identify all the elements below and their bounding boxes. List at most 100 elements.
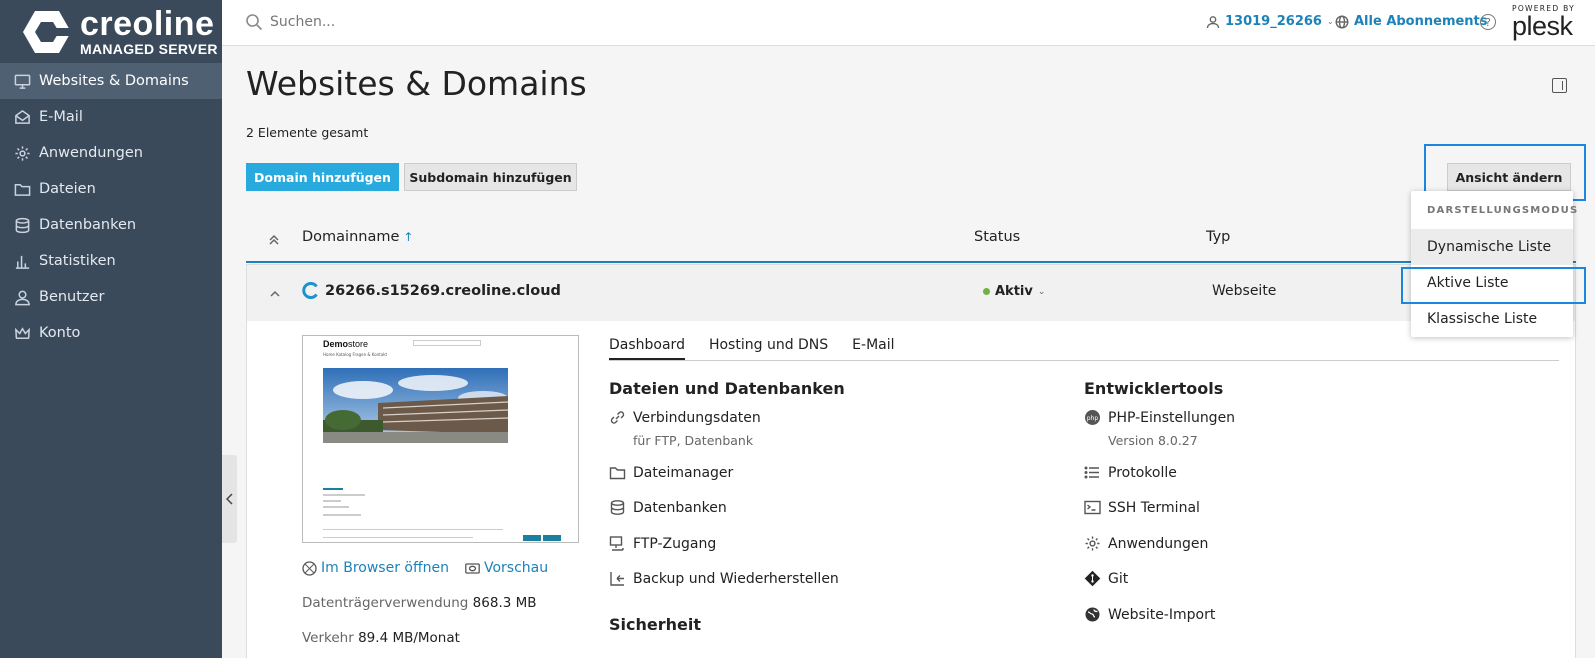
- tool-label: Verbindungsdaten: [633, 409, 761, 426]
- list-header: Domainname ↑ Status Typ: [246, 215, 1576, 263]
- tool-label: Dateimanager: [633, 464, 734, 481]
- open-in-browser-label: Im Browser öffnen: [321, 560, 449, 576]
- folder-icon: [14, 183, 31, 196]
- open-in-browser-link[interactable]: Im Browser öffnen: [302, 560, 449, 576]
- view-option-active-list[interactable]: Aktive Liste: [1411, 265, 1573, 301]
- sidebar-item-benutzer[interactable]: Benutzer: [0, 279, 222, 315]
- tool-website-import[interactable]: Website-Import: [1084, 606, 1215, 623]
- domain-row-header[interactable]: 26266.s15269.creoline.cloud Aktiv ⌄ Webs…: [247, 265, 1575, 321]
- domain-row: 26266.s15269.creoline.cloud Aktiv ⌄ Webs…: [246, 264, 1576, 658]
- add-domain-button[interactable]: Domain hinzufügen: [246, 163, 399, 191]
- eye-icon: [465, 562, 480, 574]
- tool-backup[interactable]: Backup und Wiederherstellen: [609, 570, 839, 587]
- status-dot-icon: [983, 288, 990, 295]
- section-title-files: Dateien und Datenbanken: [609, 379, 845, 398]
- tool-databases[interactable]: Datenbanken: [609, 499, 727, 516]
- column-label: Domainname: [302, 229, 400, 245]
- sidebar-item-dateien[interactable]: Dateien: [0, 171, 222, 207]
- brand[interactable]: creoline MANAGED SERVER: [0, 0, 222, 63]
- sidebar-item-email[interactable]: E-Mail: [0, 99, 222, 135]
- traffic: Verkehr 89.4 MB/Monat: [302, 630, 460, 646]
- view-option-dynamic-list[interactable]: Dynamische Liste: [1411, 229, 1573, 265]
- column-domainname[interactable]: Domainname ↑: [302, 229, 413, 245]
- database-icon: [15, 217, 30, 233]
- tool-git[interactable]: Git: [1084, 570, 1128, 587]
- chevron-down-icon: ⌄: [1326, 17, 1334, 26]
- subscriptions-link[interactable]: Alle Abonnements: [1335, 14, 1488, 29]
- globe-icon: [1335, 14, 1349, 29]
- tool-connection-data[interactable]: Verbindungsdaten: [609, 409, 761, 426]
- change-view-button[interactable]: Ansicht ändern: [1447, 163, 1571, 191]
- tool-subtitle: für FTP, Datenbank: [633, 433, 754, 448]
- git-icon: [1084, 570, 1101, 587]
- disk-usage: Datenträgerverwendung 868.3 MB: [302, 595, 537, 611]
- tool-label: FTP-Zugang: [633, 535, 717, 552]
- tool-ssh-terminal[interactable]: SSH Terminal: [1084, 499, 1200, 516]
- tool-label: PHP-Einstellungen: [1108, 409, 1236, 426]
- add-subdomain-button[interactable]: Subdomain hinzufügen: [404, 163, 577, 191]
- tool-ftp-access[interactable]: FTP-Zugang: [609, 535, 716, 552]
- tab-dashboard[interactable]: Dashboard: [609, 337, 685, 360]
- column-status[interactable]: Status: [974, 229, 1020, 245]
- gear-icon: [15, 145, 30, 161]
- domain-name[interactable]: 26266.s15269.creoline.cloud: [302, 282, 561, 299]
- creoline-logo-icon: [23, 10, 72, 53]
- domain-tabs: Dashboard Hosting und DNS E-Mail: [609, 337, 1559, 361]
- column-typ[interactable]: Typ: [1206, 229, 1230, 245]
- sidebar-item-anwendungen[interactable]: Anwendungen: [0, 135, 222, 171]
- crown-icon: [15, 326, 30, 339]
- sidebar-item-label: Websites & Domains: [39, 73, 189, 89]
- tool-applications[interactable]: Anwendungen: [1084, 535, 1208, 552]
- dropdown-heading: DARSTELLUNGSMODUS: [1427, 204, 1579, 216]
- sidebar-collapse-button[interactable]: [222, 455, 237, 543]
- preview-label: Vorschau: [483, 560, 549, 576]
- monitor-icon: [14, 74, 31, 89]
- view-option-classic-list[interactable]: Klassische Liste: [1411, 301, 1573, 337]
- preview-nav: Home Katalog Fragen & Kontakt: [323, 352, 388, 357]
- brand-subtitle: MANAGED SERVER: [80, 41, 218, 57]
- tool-label: Backup und Wiederherstellen: [633, 570, 839, 587]
- tab-hosting-dns[interactable]: Hosting und DNS: [709, 337, 828, 360]
- website-preview[interactable]: Demostore Home Katalog Fragen & Kontakt: [302, 335, 579, 543]
- sidebar-item-datenbanken[interactable]: Datenbanken: [0, 207, 222, 243]
- tool-label: Protokolle: [1108, 464, 1177, 481]
- tab-email[interactable]: E-Mail: [852, 337, 894, 360]
- globe-import-icon: [1085, 607, 1100, 622]
- sidebar-item-websites-domains[interactable]: Websites & Domains: [0, 63, 222, 99]
- sidebar-item-statistiken[interactable]: Statistiken: [0, 243, 222, 279]
- preview-link[interactable]: Vorschau: [465, 560, 548, 576]
- preview-button: [523, 535, 541, 541]
- sidebar-item-label: Statistiken: [39, 253, 116, 269]
- preview-links: Im Browser öffnen Vorschau: [302, 560, 548, 576]
- preview-button: [543, 535, 561, 541]
- preview-logo-rest: store: [348, 339, 369, 349]
- double-chevron-up-icon: [269, 234, 279, 245]
- user-menu[interactable]: 13019_26266 ⌄: [1206, 14, 1334, 29]
- sidebar-item-konto[interactable]: Konto: [0, 315, 222, 351]
- ftp-icon: [609, 536, 624, 551]
- preview-text-line: [323, 506, 349, 508]
- preview-text-line: [323, 488, 343, 490]
- preview-text-line: [323, 514, 361, 516]
- terminal-icon: [1084, 500, 1101, 515]
- tool-subtitle: Version 8.0.27: [1108, 433, 1198, 448]
- sidebar: creoline MANAGED SERVER Websites & Domai…: [0, 0, 222, 658]
- tool-logs[interactable]: Protokolle: [1084, 464, 1177, 481]
- panel-toggle-icon[interactable]: [1552, 78, 1567, 93]
- plesk-logo: POWERED BY plesk: [1512, 4, 1580, 40]
- tool-php-settings[interactable]: php PHP-Einstellungen: [1084, 409, 1235, 426]
- section-title-devtools: Entwicklertools: [1084, 379, 1224, 398]
- view-mode-dropdown: DARSTELLUNGSMODUS Dynamische Liste Aktiv…: [1411, 191, 1579, 337]
- search-input[interactable]: [270, 14, 570, 30]
- help-icon[interactable]: ?: [1480, 14, 1496, 30]
- preview-logo-bold: Demo: [323, 339, 349, 349]
- search: [245, 13, 570, 31]
- chevron-up-icon[interactable]: [269, 285, 281, 297]
- status-badge[interactable]: Aktiv ⌄: [983, 284, 1045, 299]
- sidebar-item-label: Datenbanken: [39, 217, 137, 233]
- tool-file-manager[interactable]: Dateimanager: [609, 464, 733, 481]
- user-icon: [1206, 15, 1220, 28]
- collapse-all-toggle[interactable]: [268, 231, 280, 245]
- tool-label: Website-Import: [1108, 606, 1216, 623]
- section-title-security: Sicherheit: [609, 615, 701, 634]
